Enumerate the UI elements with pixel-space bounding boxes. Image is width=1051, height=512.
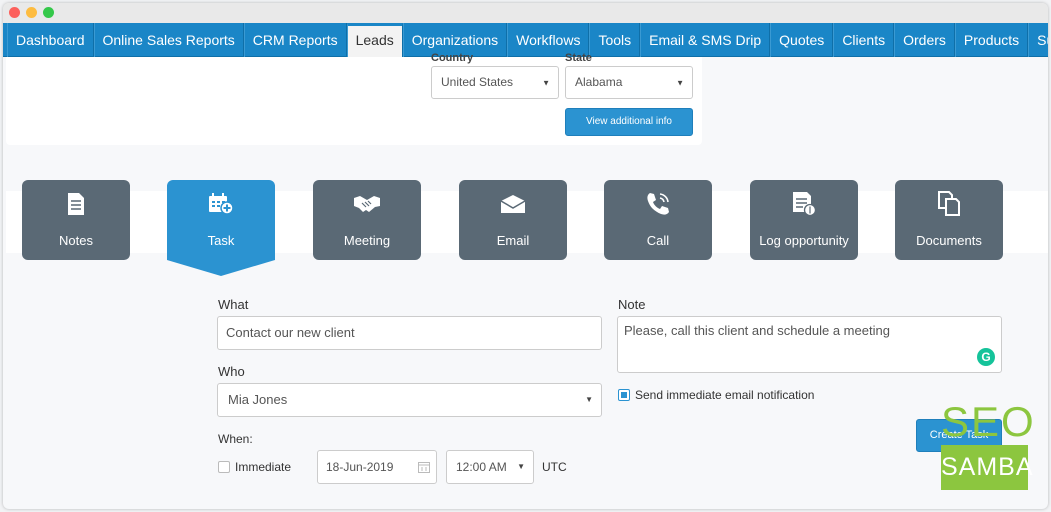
immediate-checkbox[interactable] [218,461,230,473]
tab-label-email: Email [496,233,530,248]
note-value: Please, call this client and schedule a … [624,323,890,338]
timezone-label: UTC [542,460,567,474]
main-nav: Dashboard Online Sales Reports CRM Repor… [3,23,1048,57]
phone-icon [604,190,712,218]
date-input[interactable]: 18-Jun-2019 [317,450,437,484]
tab-label-call: Call [646,233,670,248]
nav-suppliers[interactable]: Suppliers [1028,23,1048,57]
nav-email-sms-drip[interactable]: Email & SMS Drip [640,23,771,57]
date-value: 18-Jun-2019 [326,460,394,474]
calendar-icon[interactable] [418,461,430,473]
title-bar [3,3,1048,23]
nav-orders[interactable]: Orders [894,23,955,57]
tab-documents[interactable]: Documents [895,180,1003,260]
nav-quotes[interactable]: Quotes [770,23,834,57]
chevron-down-icon: ▼ [517,462,525,471]
note-label: Note [618,297,646,312]
tab-label-meeting: Meeting [343,233,391,248]
chevron-down-icon: ▼ [585,395,593,404]
notes-icon [22,190,130,218]
what-input[interactable]: Contact our new client [217,316,602,350]
nav-leads[interactable]: Leads [346,23,403,57]
note-textarea[interactable]: Please, call this client and schedule a … [617,316,1002,373]
nav-dashboard[interactable]: Dashboard [7,23,94,57]
tab-label-notes: Notes [59,233,93,248]
document-money-icon [750,190,858,218]
tab-label-task: Task [207,233,235,248]
immediate-label: Immediate [235,460,292,474]
maximize-window-button[interactable] [43,7,54,18]
minimize-window-button[interactable] [26,7,37,18]
nav-tools[interactable]: Tools [589,23,641,57]
active-tab-pointer [167,260,275,276]
country-value: United States [441,75,514,89]
send-notification-label: Send immediate email notification [635,388,815,402]
view-additional-info-button[interactable]: View additional info [565,108,693,136]
tab-label-log-opportunity: Log opportunity [759,233,849,248]
tab-task[interactable]: Task [167,180,275,276]
tab-call[interactable]: Call [604,180,712,260]
logo-text-bottom: SAMBA [941,445,1033,490]
close-window-button[interactable] [9,7,20,18]
chevron-down-icon: ▼ [676,78,684,87]
seo-samba-logo: SEO SAMBA [941,398,1036,490]
address-panel: Country United States ▼ State Alabama ▼ … [6,52,702,145]
tab-label-documents: Documents [916,233,982,248]
state-label: State [565,52,592,64]
nav-products[interactable]: Products [954,23,1029,57]
calendar-add-icon [167,190,275,218]
tab-notes[interactable]: Notes [22,180,130,260]
chevron-down-icon: ▼ [542,78,550,87]
activity-tabs: Notes Task Meeting Email Call Log opport… [3,180,1048,280]
tab-log-opportunity[interactable]: Log opportunity [750,180,858,260]
tab-email[interactable]: Email [459,180,567,260]
handshake-icon [313,190,421,218]
envelope-icon [459,190,567,218]
documents-icon [895,190,1003,218]
time-value: 12:00 AM [456,460,507,474]
what-label: What [218,297,249,312]
tab-meeting[interactable]: Meeting [313,180,421,260]
time-select[interactable]: 12:00 AM ▼ [446,450,534,484]
send-notification-checkbox[interactable] [618,389,630,401]
logo-text-top: SEO [941,398,1036,445]
nav-online-sales-reports[interactable]: Online Sales Reports [93,23,244,57]
state-value: Alabama [575,75,623,89]
country-label: Country [431,52,474,64]
who-select[interactable]: Mia Jones ▼ [217,383,602,417]
state-select[interactable]: Alabama ▼ [565,66,693,99]
who-label: Who [218,364,245,379]
nav-crm-reports[interactable]: CRM Reports [243,23,347,57]
when-label: When: [218,432,253,446]
grammarly-icon[interactable]: G [977,348,995,366]
who-value: Mia Jones [228,392,288,407]
country-select[interactable]: United States ▼ [431,66,559,99]
app-window: Dashboard Online Sales Reports CRM Repor… [3,3,1048,509]
nav-clients[interactable]: Clients [833,23,895,57]
